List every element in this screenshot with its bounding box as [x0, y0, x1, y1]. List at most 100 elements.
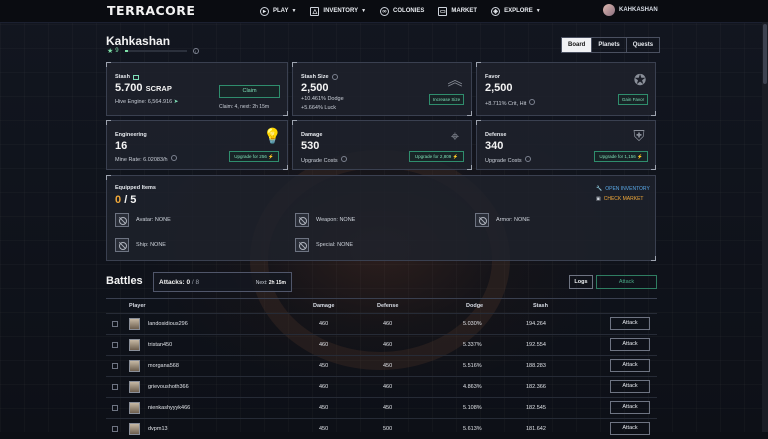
- user-menu[interactable]: KAHKASHAN: [603, 4, 658, 16]
- engineering-value: 16: [115, 140, 128, 152]
- menu-play[interactable]: ▸ PLAY ▼: [260, 6, 296, 16]
- level-indicator: ★ 9 i: [107, 47, 199, 55]
- menu-explore[interactable]: ◈ EXPLORE ▼: [491, 6, 541, 16]
- slot-ship[interactable]: Ship: NONE: [115, 238, 166, 252]
- player-damage: 460: [319, 384, 329, 390]
- player-name[interactable]: dvpm13: [148, 426, 168, 432]
- hive-engine-text: Hive Engine: 6,564.916: [115, 99, 173, 105]
- engineering-title: Engineering: [115, 132, 147, 138]
- chevron-up-icon: ︽: [447, 72, 463, 89]
- tab-board[interactable]: Board: [562, 38, 593, 52]
- favor-crit: +8.711% Crit, Hit: [485, 99, 536, 107]
- tab-planets[interactable]: Planets: [592, 38, 627, 52]
- claim-info: Claim: 4, next: 2h 15m: [219, 104, 270, 110]
- logs-button[interactable]: Logs: [569, 275, 593, 289]
- table-row: dvpm13 450 500 5.613% 181.642 Attack: [106, 418, 657, 439]
- player-avatar: [129, 402, 140, 414]
- player-name[interactable]: landosidious296: [148, 321, 188, 327]
- player-damage: 450: [319, 363, 329, 369]
- menu-inventory[interactable]: △ INVENTORY ▼: [310, 6, 366, 16]
- send-icon[interactable]: ➤: [174, 99, 179, 105]
- player-name[interactable]: nienkashyyyk466: [148, 405, 190, 411]
- player-defense: 450: [383, 405, 393, 411]
- slot-weapon[interactable]: Weapon: NONE: [295, 213, 355, 227]
- next-attack-value: 2h 15m: [268, 280, 286, 286]
- upgrade-damage-button[interactable]: Upgrade for 2,809 ⚡: [409, 151, 464, 162]
- attacks-value: 0: [186, 279, 191, 286]
- slot-armor[interactable]: Armor: NONE: [475, 213, 530, 227]
- attack-player-button[interactable]: Attack: [610, 338, 650, 351]
- scrollbar[interactable]: [762, 22, 768, 432]
- table-row: morgana568 450 450 5.516% 188.283 Attack: [106, 355, 657, 376]
- info-icon[interactable]: [331, 74, 338, 80]
- market-icon: ▭: [438, 6, 448, 16]
- slot-avatar[interactable]: Avatar: NONE: [115, 213, 171, 227]
- flux-icon: ⚡: [452, 154, 459, 159]
- stash-size-card: Stash Size 2,500 +10.461% Dodge +5.664% …: [292, 62, 472, 116]
- level-progress-fill: [124, 50, 129, 52]
- menu-market[interactable]: ▭ MARKET: [438, 6, 477, 16]
- row-checkbox[interactable]: [112, 363, 118, 369]
- player-name[interactable]: grievoushoth366: [148, 384, 189, 390]
- tab-quests[interactable]: Quests: [627, 38, 659, 52]
- row-checkbox[interactable]: [112, 426, 118, 432]
- lightbulb-icon: 💡: [263, 128, 282, 145]
- player-damage: 450: [319, 405, 329, 411]
- info-icon[interactable]: [529, 99, 536, 105]
- equipment-count: 0 / 5: [115, 194, 136, 206]
- info-icon[interactable]: [170, 155, 177, 161]
- table-header: Player Damage Defense Dodge Stash: [106, 303, 657, 313]
- check-market-link[interactable]: ▣ CHECK MARKET: [596, 196, 643, 202]
- row-checkbox[interactable]: [112, 405, 118, 411]
- colonies-icon: ∞: [380, 6, 390, 16]
- menu-colonies[interactable]: ∞ COLONIES: [380, 6, 424, 16]
- open-inventory-label: OPEN INVENTORY: [605, 186, 650, 192]
- upgrade-engineering-button[interactable]: Upgrade for 256 ⚡: [229, 151, 279, 162]
- scrollbar-thumb[interactable]: [763, 24, 767, 84]
- row-checkbox[interactable]: [112, 342, 118, 348]
- equipment-title: Equipped Items: [115, 185, 156, 191]
- defense-title: Defense: [485, 132, 507, 138]
- info-icon[interactable]: [524, 156, 531, 162]
- open-inventory-link[interactable]: 🔧 OPEN INVENTORY: [596, 186, 650, 192]
- damage-title: Damage: [301, 132, 323, 138]
- check-market-label: CHECK MARKET: [603, 196, 644, 202]
- player-stash: 182.545: [526, 405, 546, 411]
- player-stash: 194.264: [526, 321, 546, 327]
- player-damage: 460: [319, 342, 329, 348]
- increase-size-button[interactable]: Increase Size: [429, 94, 464, 105]
- attack-player-button[interactable]: Attack: [610, 380, 650, 393]
- player-defense: 460: [383, 321, 393, 327]
- shield-icon: ⛨: [633, 128, 645, 145]
- mine-rate-text: Mine Rate: 6.02083/h: [115, 157, 168, 163]
- attack-player-button[interactable]: Attack: [610, 317, 650, 330]
- attack-player-button[interactable]: Attack: [610, 422, 650, 435]
- attack-player-button[interactable]: Attack: [610, 359, 650, 372]
- player-stash: 182.366: [526, 384, 546, 390]
- row-checkbox[interactable]: [112, 321, 118, 327]
- damage-upgrade-costs-text: Upgrade Costs: [301, 158, 338, 164]
- attacks-counter: Attacks: 0 / 8 Next: 2h 15m: [153, 272, 292, 292]
- favor-title: Favor: [485, 74, 500, 80]
- slot-ship-label: Ship: NONE: [136, 242, 166, 248]
- damage-upgrade-costs: Upgrade Costs: [301, 156, 347, 164]
- view-tabs: Board Planets Quests: [561, 37, 661, 53]
- player-name[interactable]: tristan450: [148, 342, 172, 348]
- gain-favor-button[interactable]: Gain Favor: [618, 94, 648, 105]
- info-icon[interactable]: i: [192, 48, 199, 54]
- play-icon: ▸: [260, 6, 269, 16]
- damage-card: Damage 530 Upgrade Costs ⌖ Upgrade for 2…: [292, 120, 472, 170]
- attack-button[interactable]: Attack: [596, 275, 657, 289]
- attack-player-button[interactable]: Attack: [610, 401, 650, 414]
- info-icon[interactable]: [340, 156, 347, 162]
- slot-special[interactable]: Special: NONE: [295, 238, 353, 252]
- empty-slot-icon: [115, 238, 129, 252]
- upgrade-engineering-label: Upgrade for 256: [234, 154, 267, 159]
- logo[interactable]: TERRACORE: [107, 3, 195, 18]
- claim-button[interactable]: Claim: [219, 85, 280, 98]
- col-defense: Defense: [377, 303, 399, 309]
- player-name[interactable]: morgana568: [148, 363, 179, 369]
- upgrade-defense-button[interactable]: Upgrade for 1,156 ⚡: [594, 151, 648, 162]
- top-nav: TERRACORE ▸ PLAY ▼ △ INVENTORY ▼ ∞ COLONIES ▭…: [0, 0, 768, 23]
- row-checkbox[interactable]: [112, 384, 118, 390]
